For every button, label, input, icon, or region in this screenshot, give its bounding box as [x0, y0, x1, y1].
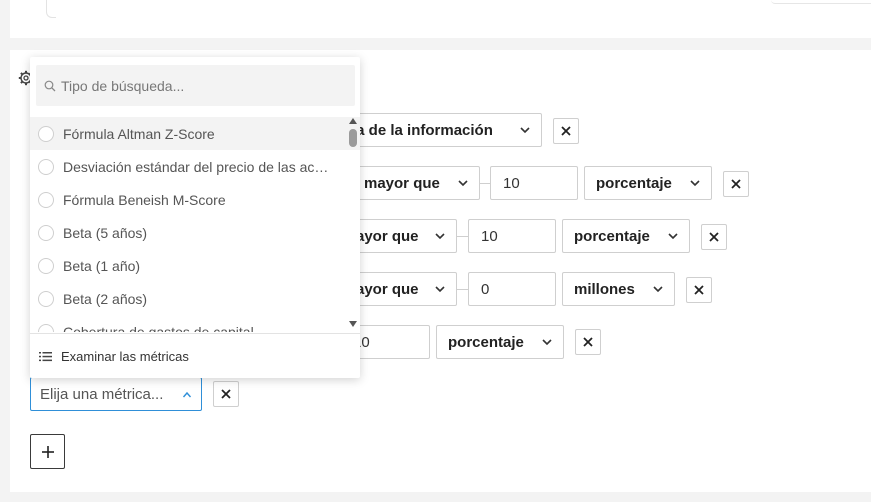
close-icon	[221, 389, 231, 399]
filter-3-remove-button[interactable]	[701, 224, 727, 250]
filter-3-value: 10	[481, 227, 498, 245]
close-icon	[731, 179, 741, 189]
filter-3-operator-label: ayor que	[356, 227, 419, 245]
filter-1-metric-select[interactable]: ía de la información	[340, 113, 542, 147]
chevron-down-icon	[668, 233, 678, 240]
browse-metrics-label: Examinar las métricas	[61, 348, 189, 364]
filter-4-unit-label: millones	[574, 280, 635, 298]
chevron-down-icon	[435, 233, 445, 240]
list-item[interactable]: Beta (1 año)	[30, 249, 360, 282]
list-item[interactable]: Desviación estándar del precio de las ac…	[30, 150, 360, 183]
filter-4-remove-button[interactable]	[686, 277, 712, 303]
close-icon	[561, 126, 571, 136]
filter-2-value: 10	[503, 174, 520, 192]
list-item-label: Beta (2 años)	[63, 290, 148, 307]
list-item-label: Desviación estándar del precio de las ac…	[63, 158, 335, 175]
filter-3-unit-label: porcentaje	[574, 227, 650, 245]
list-item-label: Fórmula Beneish M-Score	[63, 191, 226, 208]
connector-line	[480, 183, 490, 184]
filter-2-value-input[interactable]: 10	[490, 166, 578, 200]
radio-icon[interactable]	[38, 323, 54, 332]
chevron-down-icon	[542, 339, 552, 346]
search-icon	[44, 80, 56, 91]
filter-2-remove-button[interactable]	[723, 171, 749, 197]
metric-picker-select[interactable]: Elija una métrica...	[30, 377, 202, 411]
filter-2-operator-select[interactable]: mayor que	[340, 166, 480, 200]
radio-icon[interactable]	[38, 158, 54, 175]
connector-line	[457, 236, 468, 237]
add-filter-button[interactable]	[30, 434, 65, 469]
scrollbar-thumb[interactable]	[349, 129, 357, 147]
metric-picker-label: Elija una métrica...	[40, 385, 164, 403]
list-item-label: Beta (5 años)	[63, 224, 148, 241]
filter-2-unit-label: porcentaje	[596, 174, 672, 192]
filter-4-unit-select[interactable]: millones	[562, 272, 675, 306]
plus-icon	[41, 445, 54, 458]
chevron-down-icon	[690, 180, 700, 187]
list-item[interactable]: Fórmula Beneish M-Score	[30, 183, 360, 216]
filter-5-unit-label: porcentaje	[448, 333, 524, 351]
list-item-label: Cobertura de gastos de capital	[63, 323, 254, 333]
list-item-label: Beta (1 año)	[63, 257, 141, 274]
metric-search-box	[36, 65, 355, 106]
filter-2-operator-label: mayor que	[364, 174, 440, 192]
chevron-down-icon	[520, 127, 530, 134]
metric-list[interactable]: Fórmula Altman Z-Score Desviación estánd…	[30, 117, 360, 332]
filter-3-value-input[interactable]: 10	[468, 219, 556, 253]
list-item[interactable]: Fórmula Altman Z-Score	[30, 117, 360, 150]
browse-metrics-link[interactable]: Examinar las métricas	[30, 333, 360, 378]
connector-line	[457, 289, 468, 290]
filter-3-unit-select[interactable]: porcentaje	[562, 219, 690, 253]
close-icon	[694, 285, 704, 295]
scroll-down-arrow-icon[interactable]	[348, 320, 358, 328]
radio-icon[interactable]	[38, 290, 54, 307]
list-item-label: Fórmula Altman Z-Score	[63, 125, 215, 142]
filter-1-metric-label: ía de la información	[352, 121, 493, 139]
chevron-down-icon	[458, 180, 468, 187]
filter-4-value: 0	[481, 280, 490, 298]
list-item[interactable]: Beta (2 años)	[30, 282, 360, 315]
scroll-up-arrow-icon[interactable]	[348, 117, 358, 125]
list-item[interactable]: Cobertura de gastos de capital	[30, 315, 360, 332]
metric-search-input[interactable]	[61, 77, 341, 94]
chevron-up-icon	[182, 391, 192, 398]
list-icon	[39, 351, 52, 361]
top-panel	[10, 0, 871, 38]
metric-dropdown: Fórmula Altman Z-Score Desviación estánd…	[30, 57, 360, 378]
chevron-down-icon	[653, 286, 663, 293]
filter-4-value-input[interactable]: 0	[468, 272, 556, 306]
filter-1-remove-button[interactable]	[553, 118, 579, 144]
top-panel-tab	[771, 0, 871, 4]
radio-icon[interactable]	[38, 125, 54, 142]
top-panel-edge	[46, 0, 56, 18]
radio-icon[interactable]	[38, 257, 54, 274]
filter-5-unit-select[interactable]: porcentaje	[436, 325, 564, 359]
chevron-down-icon	[435, 286, 445, 293]
filter-2-unit-select[interactable]: porcentaje	[584, 166, 712, 200]
filter-5-remove-button[interactable]	[575, 329, 601, 355]
close-icon	[709, 232, 719, 242]
radio-icon[interactable]	[38, 224, 54, 241]
metric-picker-remove-button[interactable]	[213, 381, 239, 407]
close-icon	[583, 337, 593, 347]
radio-icon[interactable]	[38, 191, 54, 208]
list-item[interactable]: Beta (5 años)	[30, 216, 360, 249]
filter-4-operator-label: ayor que	[356, 280, 419, 298]
